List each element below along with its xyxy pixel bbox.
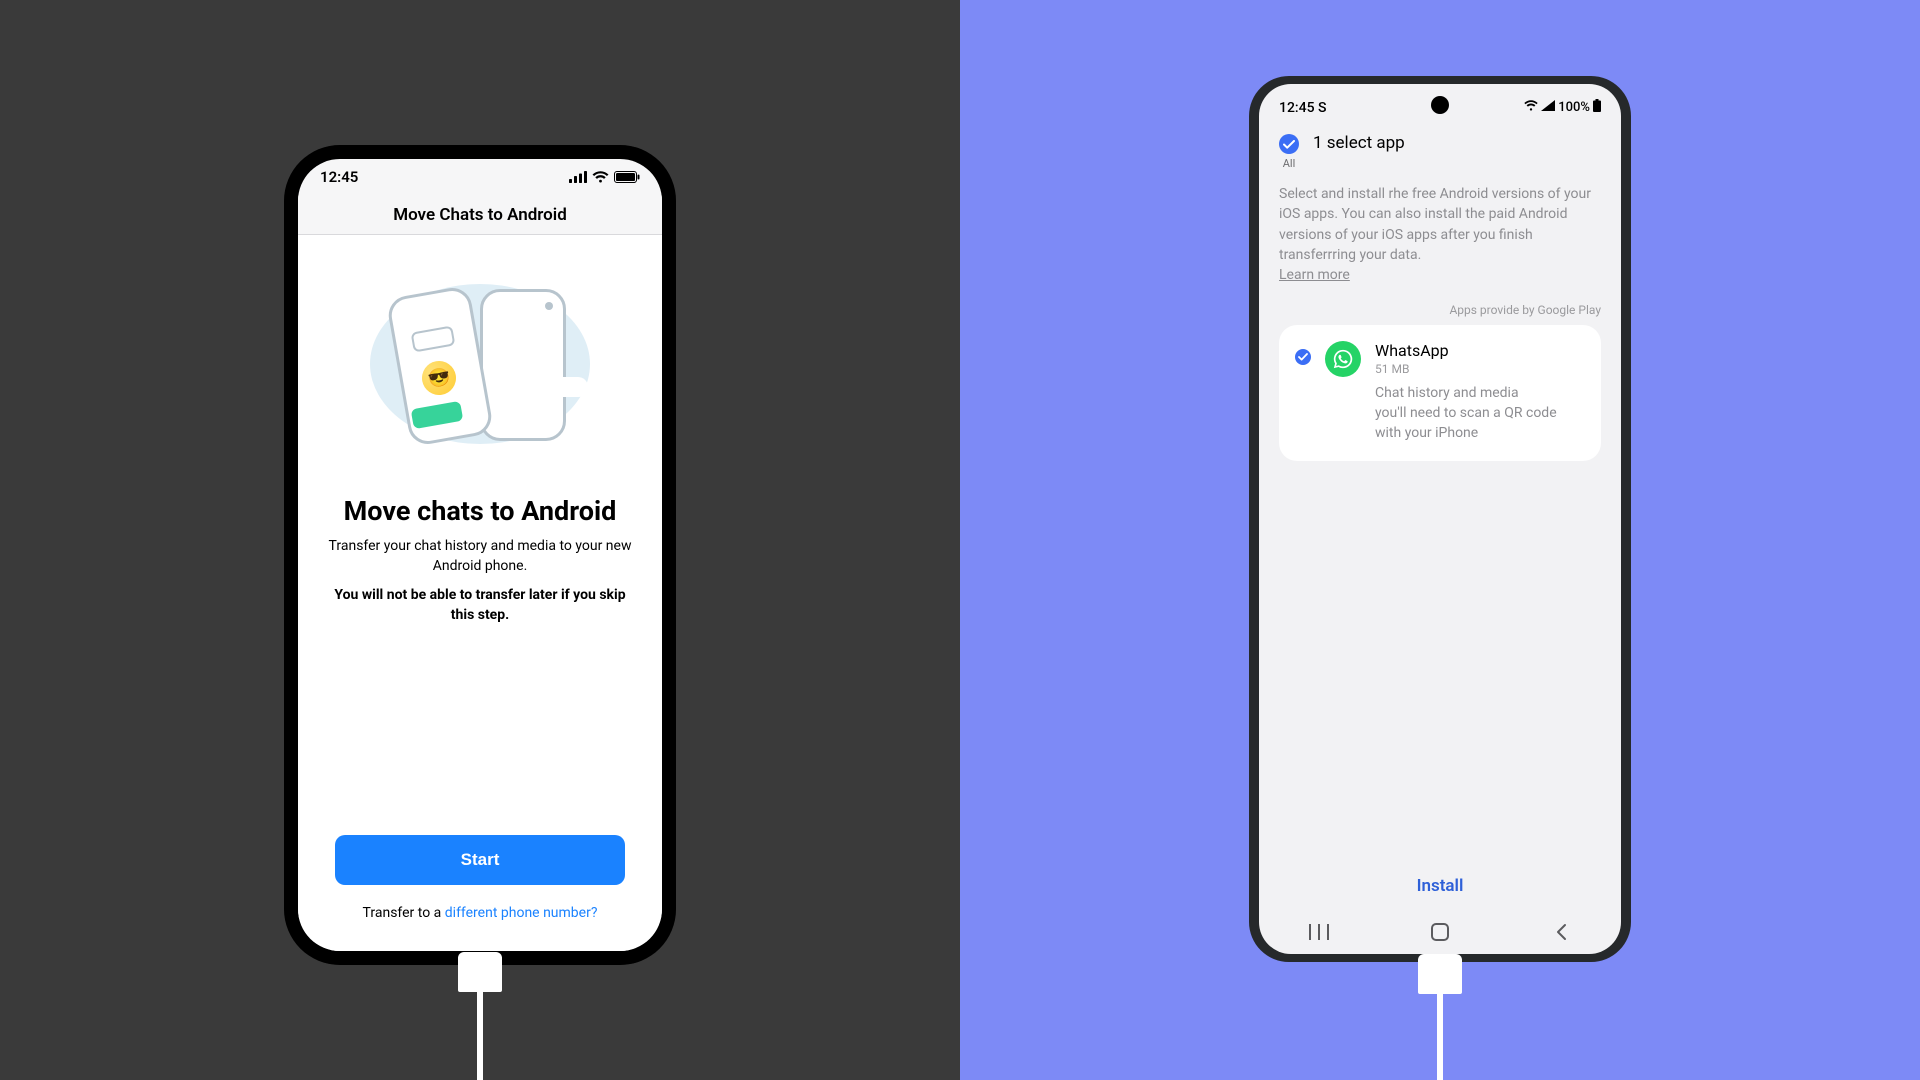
app-size: 51 MB bbox=[1375, 362, 1583, 376]
battery-icon bbox=[1593, 99, 1601, 116]
start-button[interactable]: Start bbox=[335, 835, 625, 885]
left-panel: 12:45 Move Chats to Android bbox=[0, 0, 960, 1080]
app-name: WhatsApp bbox=[1375, 341, 1583, 360]
app-checkbox[interactable] bbox=[1295, 349, 1311, 365]
cellular-icon bbox=[569, 171, 587, 183]
recents-button[interactable] bbox=[1307, 920, 1331, 944]
battery-icon bbox=[614, 171, 640, 183]
select-all-checkbox[interactable]: All bbox=[1279, 134, 1299, 170]
learn-more-link[interactable]: Learn more bbox=[1279, 267, 1350, 283]
android-clock: 12:45 S bbox=[1279, 100, 1326, 116]
checkmark-icon bbox=[1279, 134, 1299, 154]
apps-provider-label: Apps provide by Google Play bbox=[1279, 303, 1601, 317]
different-number-link[interactable]: different phone number? bbox=[445, 905, 598, 921]
transfer-different-number: Transfer to a different phone number? bbox=[363, 905, 598, 921]
back-button[interactable] bbox=[1549, 920, 1573, 944]
select-app-title: 1 select app bbox=[1313, 133, 1405, 153]
install-button[interactable]: Install bbox=[1259, 876, 1621, 896]
android-screen: 12:45 S 100% bbox=[1259, 84, 1621, 954]
android-frame: 12:45 S 100% bbox=[1249, 76, 1631, 962]
battery-text: 100% bbox=[1558, 100, 1590, 115]
iphone-cable bbox=[458, 952, 502, 992]
cellular-icon bbox=[1541, 100, 1555, 115]
iphone-screen: 12:45 Move Chats to Android bbox=[298, 159, 662, 951]
iphone-frame: 12:45 Move Chats to Android bbox=[284, 145, 676, 965]
page-heading: Move chats to Android bbox=[344, 495, 617, 527]
ios-statusbar: 12:45 bbox=[298, 159, 662, 195]
wifi-icon bbox=[1524, 100, 1538, 115]
app-desc-line1: Chat history and media bbox=[1375, 385, 1519, 401]
right-panel: 12:45 S 100% bbox=[960, 0, 1920, 1080]
wifi-icon bbox=[592, 171, 609, 183]
ios-navbar-title: Move Chats to Android bbox=[298, 195, 662, 235]
android-navbar bbox=[1259, 910, 1621, 954]
all-label: All bbox=[1283, 157, 1296, 170]
app-card-whatsapp[interactable]: WhatsApp 51 MB Chat history and media yo… bbox=[1279, 325, 1601, 461]
android-cable bbox=[1418, 954, 1462, 994]
help-text: Select and install rhe free Android vers… bbox=[1279, 186, 1591, 263]
page-warning: You will not be able to transfer later i… bbox=[325, 586, 635, 625]
camera-punch-hole bbox=[1431, 96, 1449, 114]
app-desc-line2: you'll need to scan a QR code with your … bbox=[1375, 405, 1557, 441]
page-subheading: Transfer your chat history and media to … bbox=[325, 537, 635, 576]
home-button[interactable] bbox=[1428, 920, 1452, 944]
ios-clock: 12:45 bbox=[320, 168, 358, 186]
transfer-prefix: Transfer to a bbox=[363, 905, 445, 921]
transfer-illustration: 😎 bbox=[350, 269, 610, 459]
whatsapp-icon bbox=[1325, 341, 1361, 377]
